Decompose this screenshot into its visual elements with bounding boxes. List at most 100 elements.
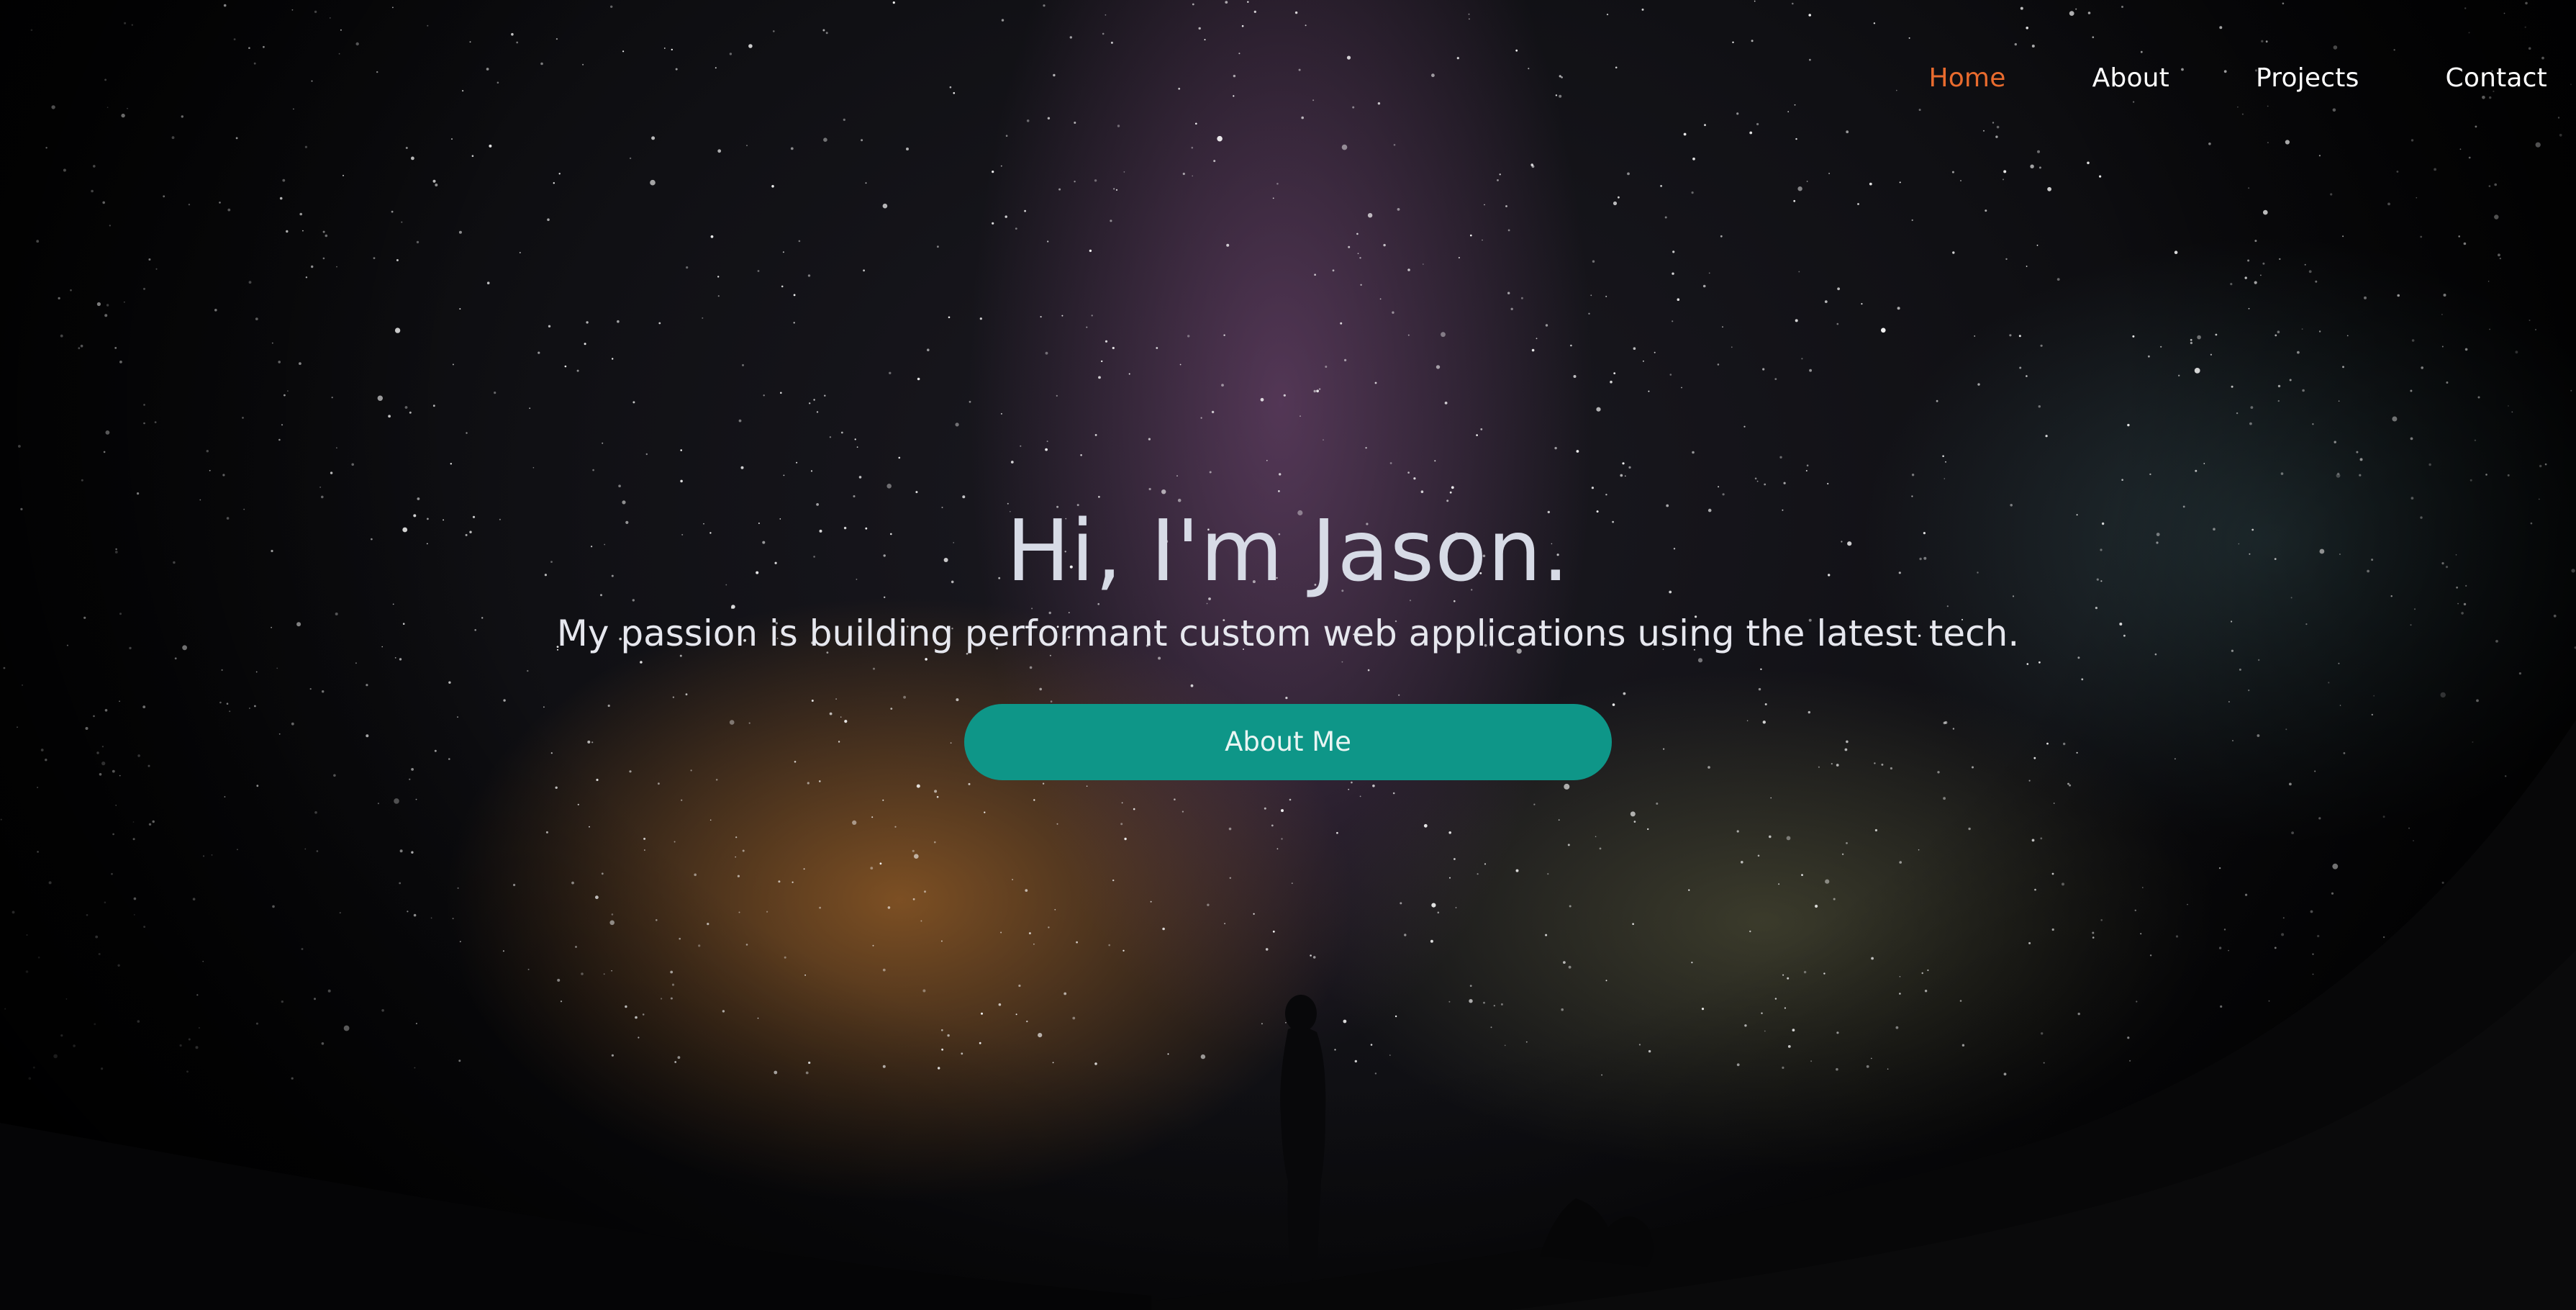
star: [2092, 36, 2095, 38]
star: [152, 820, 155, 823]
star: [740, 466, 744, 469]
star: [1809, 58, 1811, 61]
about-me-button[interactable]: About Me: [964, 704, 1612, 780]
star: [1313, 389, 1316, 393]
star: [715, 67, 717, 69]
star: [2092, 936, 2095, 939]
star: [1561, 76, 1563, 78]
star: [1630, 811, 1636, 817]
star: [452, 363, 454, 366]
star: [1379, 298, 1382, 300]
star: [2121, 6, 2123, 8]
star: [2148, 355, 2150, 358]
star: [137, 492, 140, 495]
star: [1861, 303, 1863, 305]
star: [1089, 249, 1092, 253]
star: [2051, 928, 2054, 931]
star: [1720, 235, 1723, 238]
star: [2277, 330, 2280, 334]
star: [870, 867, 874, 869]
star: [808, 1061, 811, 1065]
star: [658, 322, 661, 325]
star: [1654, 351, 1656, 353]
star: [1769, 835, 1772, 839]
star: [1704, 124, 1706, 127]
star: [336, 447, 337, 448]
star: [1960, 180, 1962, 181]
star: [1792, 1029, 1795, 1031]
star: [1564, 783, 1570, 790]
star: [330, 471, 333, 474]
star: [2346, 335, 2349, 337]
star: [1436, 365, 1441, 369]
star: [103, 451, 106, 453]
star: [486, 281, 490, 285]
star: [1162, 927, 1165, 931]
star: [2528, 47, 2531, 50]
nav-link-projects[interactable]: Projects: [2213, 63, 2403, 93]
star: [2468, 156, 2471, 159]
star: [622, 50, 625, 53]
star: [1480, 428, 1483, 430]
star: [912, 898, 915, 900]
star: [1482, 239, 1483, 241]
star: [1787, 977, 1790, 980]
star: [2342, 366, 2344, 369]
star: [181, 115, 183, 118]
star: [617, 320, 620, 323]
star: [2075, 8, 2077, 10]
star: [1040, 316, 1042, 318]
star: [780, 392, 782, 394]
star: [1289, 798, 1292, 801]
star: [611, 913, 614, 916]
star: [886, 484, 892, 489]
star: [319, 486, 322, 488]
star: [1247, 1, 1249, 3]
star: [629, 157, 632, 160]
star: [327, 989, 331, 993]
star: [1515, 49, 1518, 52]
star: [1761, 1012, 1763, 1014]
star: [336, 266, 337, 268]
star: [127, 107, 128, 109]
star: [1123, 949, 1125, 952]
star: [117, 964, 120, 967]
nav-link-contact[interactable]: Contact: [2403, 63, 2547, 93]
star: [540, 62, 543, 66]
star: [1121, 802, 1123, 804]
star: [2218, 947, 2222, 949]
star: [781, 285, 784, 288]
star: [1045, 448, 1048, 451]
star: [304, 848, 307, 850]
star: [26, 934, 28, 936]
star: [2028, 941, 2031, 944]
star: [798, 240, 801, 243]
star: [1434, 460, 1436, 462]
star: [1117, 125, 1120, 127]
star: [2136, 1000, 2138, 1003]
star: [1266, 460, 1268, 461]
star: [94, 1023, 96, 1026]
star: [1453, 858, 1456, 860]
star: [1449, 877, 1451, 879]
star: [1974, 335, 1975, 337]
nav-link-about[interactable]: About: [2049, 63, 2213, 93]
star: [2220, 1005, 2223, 1008]
star: [1756, 480, 1759, 482]
nav-link-home[interactable]: Home: [1885, 63, 2049, 93]
star: [330, 17, 331, 19]
star: [555, 786, 558, 790]
star: [824, 394, 826, 397]
star: [2338, 400, 2340, 402]
star: [1228, 827, 1232, 831]
star: [2291, 831, 2295, 834]
star: [643, 837, 646, 840]
star: [2134, 909, 2136, 912]
star: [253, 62, 256, 65]
star: [37, 956, 40, 959]
star: [742, 363, 744, 366]
star: [2539, 464, 2542, 468]
star: [1012, 879, 1013, 880]
star: [2219, 26, 2223, 30]
star: [1545, 324, 1548, 327]
